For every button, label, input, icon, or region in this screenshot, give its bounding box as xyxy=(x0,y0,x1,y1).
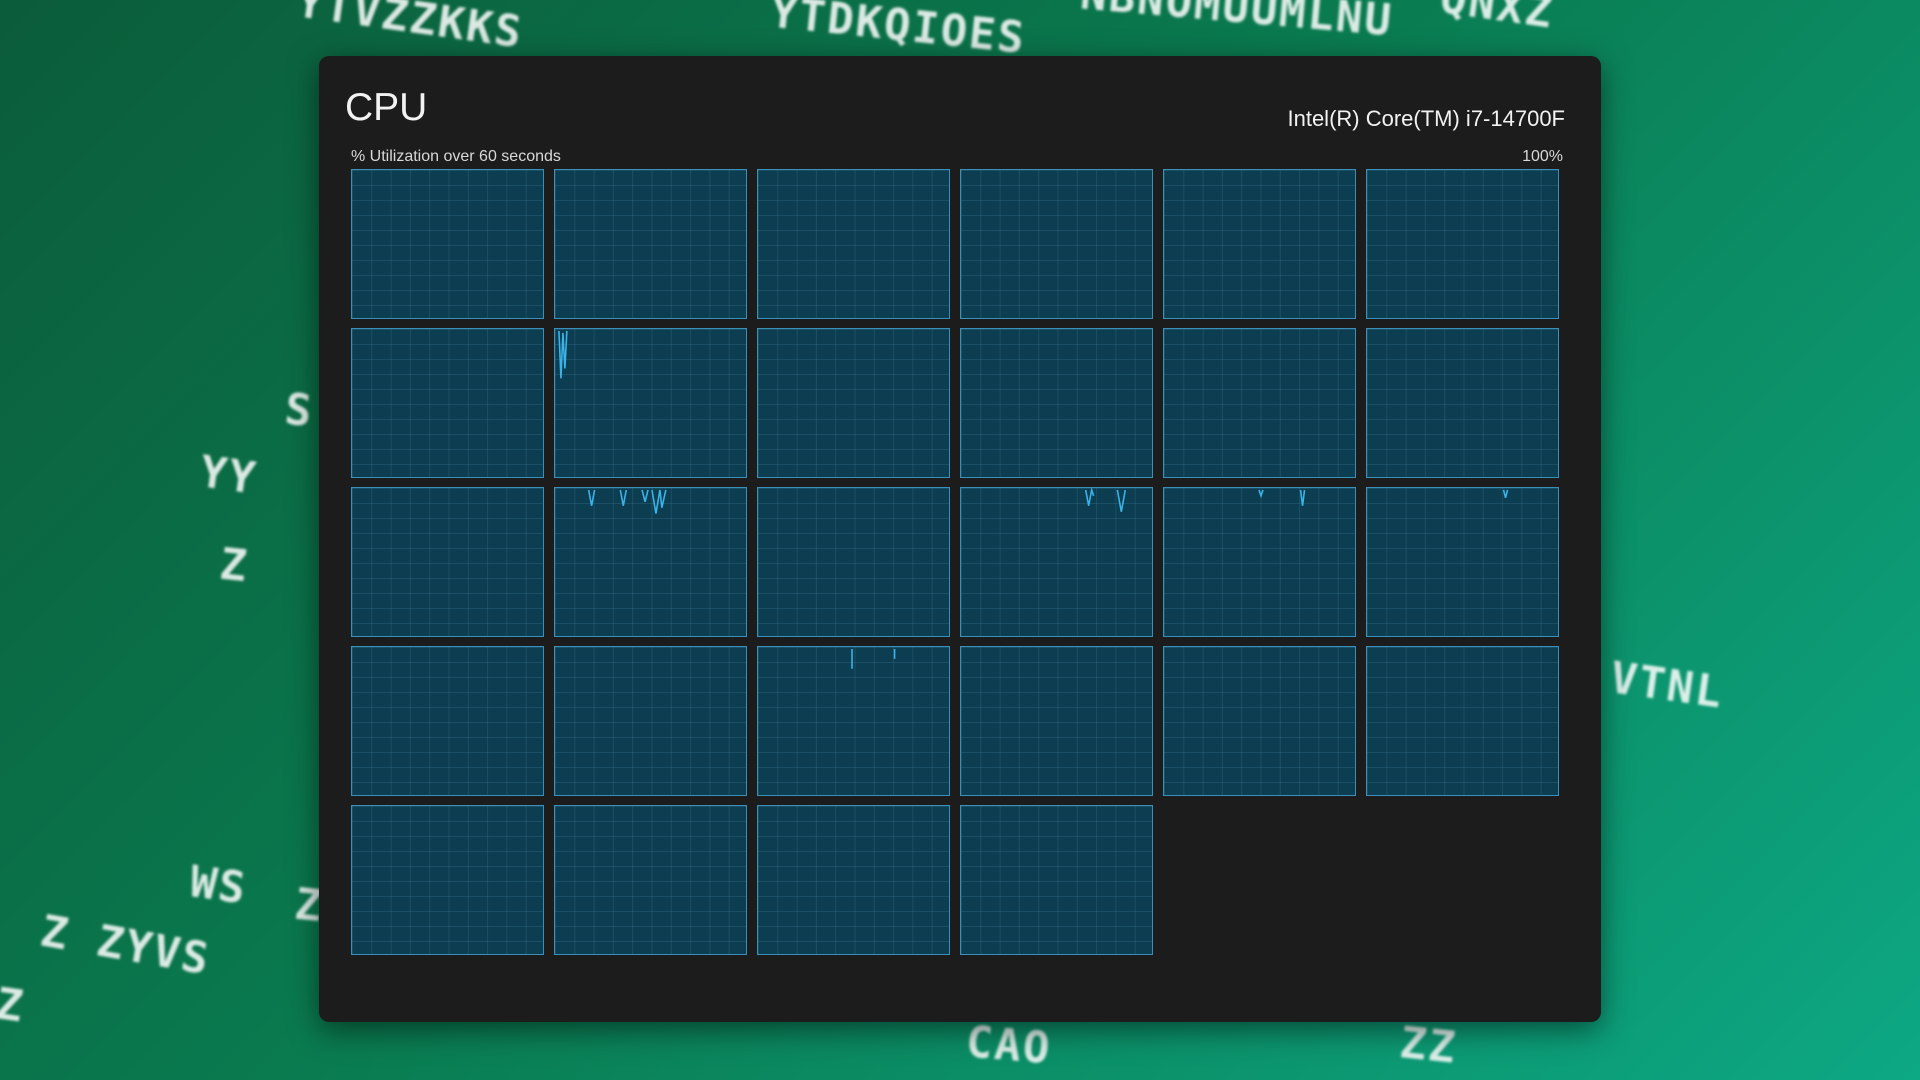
cpu-core-graph xyxy=(351,646,544,796)
cpu-core-graph xyxy=(757,328,950,478)
background-word: YTVZZKKS xyxy=(293,0,527,59)
utilization-line xyxy=(558,330,568,379)
background-word: QNXZ xyxy=(1437,0,1557,39)
utilization-caption: % Utilization over 60 seconds xyxy=(351,148,561,165)
cpu-model-label: Intel(R) Core(TM) i7-14700F xyxy=(1287,106,1565,131)
cpu-core-graph xyxy=(1163,169,1356,319)
background-word: CAO xyxy=(963,1016,1054,1075)
max-utilization-label: 100% xyxy=(1522,148,1563,165)
cpu-core-graph xyxy=(554,487,747,637)
utilization-line xyxy=(1258,489,1306,506)
cpu-core-graph xyxy=(1163,646,1356,796)
cpu-core-graph xyxy=(554,328,747,478)
background-word: Z xyxy=(0,978,28,1033)
cpu-core-graph xyxy=(554,805,747,955)
cpu-core-graph xyxy=(351,169,544,319)
logical-processor-grid xyxy=(351,169,1565,1014)
background-word: Z xyxy=(217,538,252,593)
page-title: CPU xyxy=(345,86,428,129)
cpu-core-graph xyxy=(757,646,950,796)
cpu-core-graph xyxy=(351,328,544,478)
background-word: ZZ xyxy=(1397,1017,1460,1074)
utilization-line xyxy=(1084,488,1127,512)
background-word: WS xyxy=(186,856,251,915)
background-word: YY xyxy=(196,446,261,505)
background-word: NBNOMUUMLNU xyxy=(1078,0,1396,47)
cpu-core-graph xyxy=(1366,487,1559,637)
cpu-core-graph xyxy=(757,169,950,319)
cpu-core-graph xyxy=(554,646,747,796)
background-word: VTNL xyxy=(1607,652,1727,719)
cpu-core-graph xyxy=(960,328,1153,478)
cpu-core-graph xyxy=(757,487,950,637)
cpu-core-graph xyxy=(757,805,950,955)
utilization-line xyxy=(851,648,896,669)
cpu-core-graph xyxy=(960,646,1153,796)
background-word: YTDKQIOES xyxy=(768,0,1029,65)
cpu-core-graph xyxy=(960,805,1153,955)
cpu-core-graph xyxy=(960,487,1153,637)
cpu-core-graph xyxy=(1366,328,1559,478)
cpu-core-graph xyxy=(1366,646,1559,796)
cpu-core-graph xyxy=(1163,328,1356,478)
cpu-core-graph xyxy=(1163,487,1356,637)
utilization-line xyxy=(1502,489,1509,499)
cpu-performance-window: CPU Intel(R) Core(TM) i7-14700F % Utiliz… xyxy=(319,56,1601,1022)
cpu-core-graph xyxy=(960,169,1153,319)
utilization-line xyxy=(587,489,667,514)
background-word: S xyxy=(282,383,317,438)
cpu-core-graph xyxy=(554,169,747,319)
cpu-core-graph xyxy=(351,805,544,955)
cpu-core-graph xyxy=(1366,169,1559,319)
background-word: Z ZYVS xyxy=(36,905,215,986)
cpu-core-graph xyxy=(351,487,544,637)
